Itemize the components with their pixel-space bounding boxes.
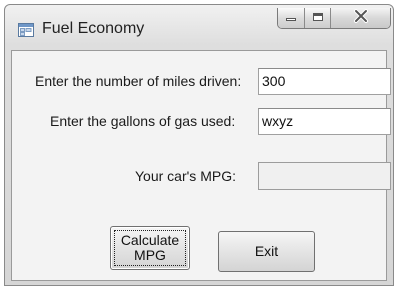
close-button[interactable] bbox=[331, 8, 390, 28]
minimize-button[interactable] bbox=[278, 8, 305, 28]
focus-ring bbox=[114, 230, 186, 266]
gallons-label: Enter the gallons of gas used: bbox=[50, 113, 236, 129]
maximize-button[interactable] bbox=[305, 8, 331, 28]
exit-button[interactable]: Exit bbox=[218, 231, 315, 272]
caption-buttons bbox=[277, 8, 391, 29]
form-icon bbox=[18, 23, 34, 37]
mpg-label: Your car's MPG: bbox=[135, 168, 236, 184]
miles-input[interactable]: 300 bbox=[258, 68, 391, 95]
window-title: Fuel Economy bbox=[42, 20, 145, 37]
gallons-input[interactable]: wxyz bbox=[258, 108, 391, 135]
mpg-output bbox=[258, 162, 391, 190]
exit-label: Exit bbox=[254, 243, 279, 259]
minimize-icon bbox=[285, 9, 297, 27]
calculate-mpg-button[interactable]: Calculate MPG bbox=[110, 226, 190, 270]
maximize-icon bbox=[312, 9, 324, 27]
miles-label: Enter the number of miles driven: bbox=[35, 73, 242, 89]
close-icon bbox=[353, 8, 369, 28]
title-bar[interactable]: Fuel Economy bbox=[5, 5, 393, 49]
fuel-economy-window: Fuel Economy Enter the number of miles d… bbox=[4, 4, 394, 286]
form-client-area: Enter the number of miles driven: 300 En… bbox=[11, 50, 391, 281]
